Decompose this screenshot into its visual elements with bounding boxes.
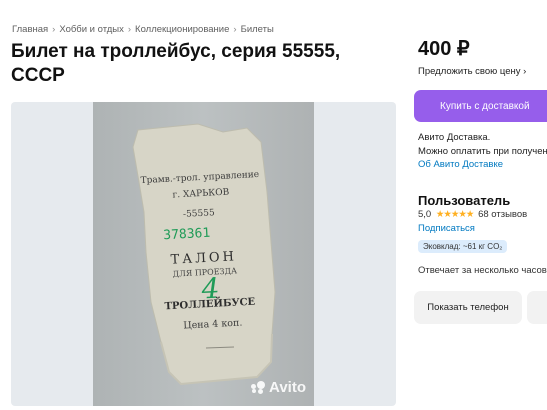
breadcrumb-item-home[interactable]: Главная — [12, 24, 48, 35]
buy-with-delivery-button[interactable]: Купить с доставкой — [414, 90, 547, 122]
offer-price-link[interactable]: Предложить свою цену › — [418, 66, 526, 77]
delivery-about-link[interactable]: Об Авито Доставке — [418, 158, 547, 172]
write-message-button[interactable] — [527, 291, 547, 324]
breadcrumb-item-hobby[interactable]: Хобби и отдых — [59, 24, 124, 35]
listing-photo[interactable]: Трамв.-трол. управление г. ХАРЬКОВ -5555… — [11, 102, 396, 406]
seller-rating: 5,0 ★★★★★ 68 отзывов — [418, 209, 527, 220]
star-icon: ★★★★★ — [435, 209, 475, 220]
watermark-text: Avito — [269, 379, 306, 396]
subscribe-link[interactable]: Подписаться — [418, 223, 475, 234]
listing-title: Билет на троллейбус, серия 55555, СССР — [11, 41, 341, 86]
delivery-line1: Авито Доставка. — [418, 132, 491, 143]
ticket-image: Трамв.-трол. управление г. ХАРЬКОВ -5555… — [132, 123, 276, 386]
show-phone-button[interactable]: Показать телефон — [414, 291, 522, 324]
ticket-series: -55555 — [183, 208, 215, 220]
avito-logo-icon — [251, 381, 266, 394]
breadcrumb-separator: › — [233, 24, 237, 35]
breadcrumb-separator: › — [52, 24, 56, 35]
eco-contribution-badge[interactable]: Эковклад: ~61 кг CO₂ — [418, 240, 508, 253]
delivery-line2: Можно оплатить при получении — [418, 145, 547, 157]
avito-watermark: Avito — [251, 379, 306, 396]
breadcrumb-item-collecting[interactable]: Коллекционирование — [135, 24, 229, 35]
ticket-number: 378361 — [163, 226, 211, 243]
rating-value: 5,0 — [418, 209, 432, 220]
price: 400 ₽ — [418, 38, 470, 60]
breadcrumb-separator: › — [127, 24, 132, 35]
breadcrumb-item-tickets[interactable]: Билеты — [241, 24, 274, 35]
reviews-link[interactable]: 68 отзывов — [478, 209, 527, 220]
delivery-info: Авито Доставка. Можно оплатить при получ… — [418, 131, 547, 172]
reply-time: Отвечает за несколько часов — [418, 265, 547, 276]
seller-name[interactable]: Пользователь — [418, 193, 510, 208]
breadcrumb: Главная › Хобби и отдых › Коллекционирование… — [12, 24, 274, 35]
